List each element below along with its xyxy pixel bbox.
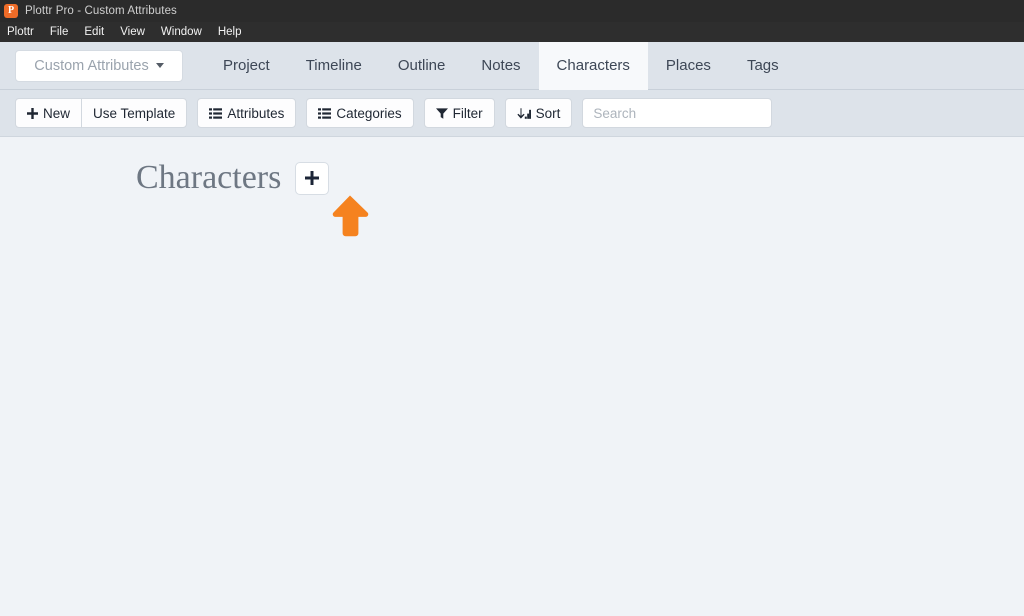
filter-button[interactable]: Filter: [423, 98, 495, 128]
search-input[interactable]: [582, 98, 773, 128]
sort-button-label: Sort: [535, 105, 561, 121]
filter-button-label: Filter: [452, 105, 483, 121]
app-icon-letter: P: [7, 5, 15, 16]
custom-attributes-dropdown[interactable]: Custom Attributes: [15, 49, 183, 82]
chevron-down-icon: [155, 63, 164, 68]
sort-button[interactable]: Sort: [504, 98, 573, 128]
window-titlebar: P Plottr Pro - Custom Attributes: [0, 0, 1024, 22]
main-tabs: Project Timeline Outline Notes Character…: [205, 41, 797, 90]
menu-item-window[interactable]: Window: [161, 26, 202, 38]
attributes-button[interactable]: Attributes: [197, 98, 297, 128]
sort-amount-icon: [517, 107, 531, 119]
use-template-button[interactable]: Use Template: [81, 98, 188, 128]
add-character-button[interactable]: [295, 161, 330, 195]
tab-places[interactable]: Places: [648, 42, 729, 90]
menu-item-file[interactable]: File: [50, 26, 69, 38]
plus-icon: [27, 107, 38, 119]
window-title: Plottr Pro - Custom Attributes: [25, 5, 177, 17]
list-icon: [318, 107, 332, 119]
characters-toolbar: New Use Template Attributes Categories F…: [0, 90, 1024, 137]
tab-characters[interactable]: Characters: [538, 41, 648, 90]
list-icon: [209, 107, 223, 119]
tab-timeline[interactable]: Timeline: [288, 42, 380, 90]
plottr-app-icon: P: [4, 4, 18, 18]
tab-project[interactable]: Project: [205, 42, 288, 90]
menubar: Plottr File Edit View Window Help: [0, 22, 1024, 42]
tabbar: Custom Attributes Project Timeline Outli…: [0, 41, 1024, 90]
characters-main-panel: Characters: [0, 137, 1024, 615]
plus-icon: [305, 171, 320, 185]
new-button[interactable]: New: [15, 98, 83, 128]
menu-item-plottr[interactable]: Plottr: [7, 26, 34, 38]
menu-item-help[interactable]: Help: [218, 26, 242, 38]
new-button-label: New: [43, 105, 71, 121]
tab-notes[interactable]: Notes: [463, 42, 538, 90]
tab-tags[interactable]: Tags: [729, 42, 797, 90]
menu-item-edit[interactable]: Edit: [84, 26, 104, 38]
attributes-button-label: Attributes: [227, 105, 285, 121]
funnel-icon: [435, 107, 448, 119]
categories-button-label: Categories: [336, 105, 402, 121]
characters-heading-row: Characters: [136, 161, 1024, 195]
custom-attributes-dropdown-label: Custom Attributes: [34, 57, 149, 74]
new-template-button-group: New Use Template: [15, 98, 188, 128]
menu-item-view[interactable]: View: [120, 26, 145, 38]
categories-button[interactable]: Categories: [306, 98, 414, 128]
use-template-button-label: Use Template: [93, 105, 176, 121]
page-title: Characters: [136, 159, 282, 196]
tab-outline[interactable]: Outline: [380, 42, 464, 90]
orange-up-arrow-annotation: [330, 194, 370, 243]
